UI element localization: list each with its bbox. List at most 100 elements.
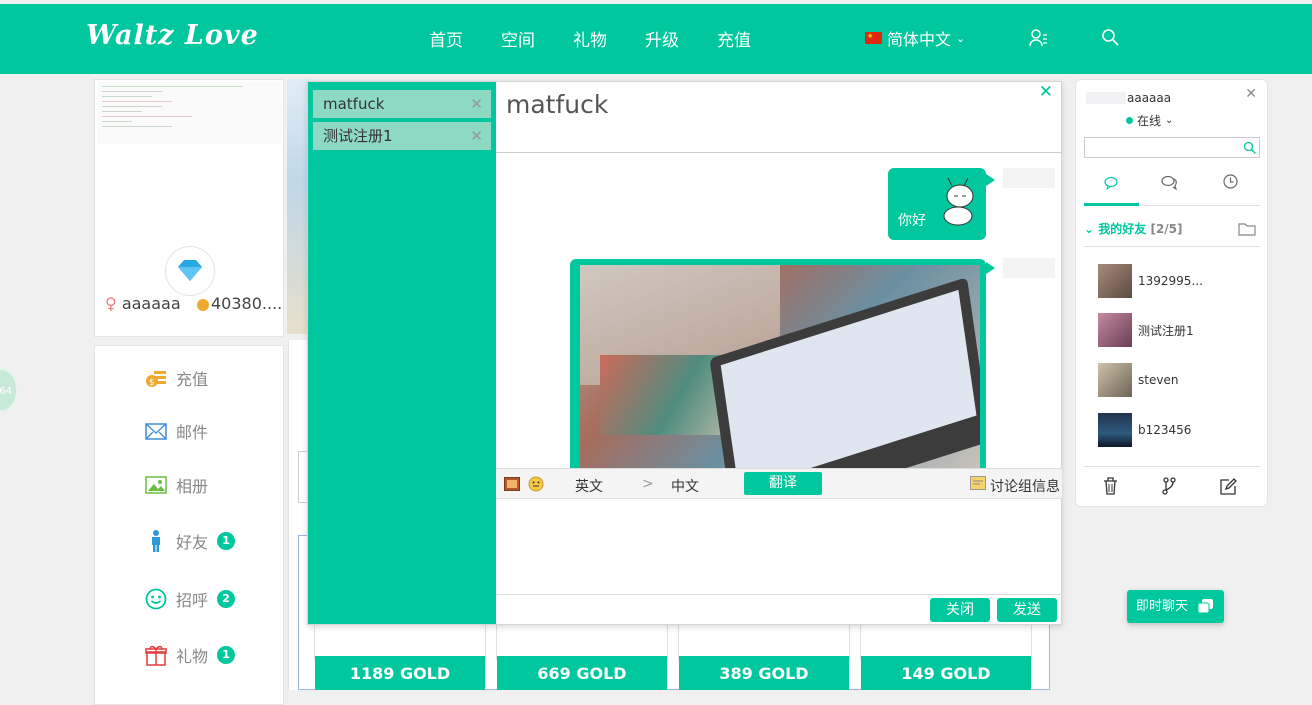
online-dot-icon: [1126, 117, 1133, 124]
search-icon: [1243, 141, 1256, 154]
divider: [1084, 466, 1260, 467]
user-list-icon[interactable]: [1029, 28, 1049, 48]
friend-search-input[interactable]: [1084, 137, 1260, 158]
close-button[interactable]: 关闭: [930, 598, 990, 622]
friend-item[interactable]: 1392995...: [1098, 264, 1203, 298]
site-logo[interactable]: Waltz Love: [86, 20, 259, 51]
profile-coins-row: 40380....: [197, 294, 282, 313]
menu-label: 好友: [176, 533, 209, 552]
friend-name: b123456: [1138, 423, 1192, 437]
bubble-tail: [986, 174, 995, 186]
photo-icon: [145, 476, 167, 494]
rabbit-sticker-icon: [943, 178, 974, 226]
location-pin-icon: ♀: [105, 294, 117, 313]
nav-recharge[interactable]: 充值: [717, 26, 751, 51]
translate-button[interactable]: 翻译: [744, 472, 822, 495]
gold-package-669[interactable]: 669 GOLD: [497, 656, 667, 690]
floating-side-button[interactable]: 64: [0, 368, 18, 412]
nav-space[interactable]: 空间: [501, 26, 535, 51]
side-menu: $ 充值 邮件 相册 好友 1 招呼 2 礼物 1: [94, 345, 284, 705]
sender-avatar: [1003, 168, 1055, 188]
divider: [496, 152, 1062, 153]
message-text: 你好: [898, 213, 926, 229]
avatar: [1098, 413, 1132, 447]
image-upload-icon[interactable]: [504, 477, 520, 491]
menu-mail[interactable]: 邮件: [145, 419, 208, 443]
avatar: [1098, 313, 1132, 347]
menu-label: 招呼: [176, 591, 209, 610]
active-tab-indicator: [1084, 203, 1139, 206]
gold-package-389[interactable]: 389 GOLD: [679, 656, 849, 690]
friend-item[interactable]: b123456: [1098, 413, 1191, 447]
chevron-down-icon: ⌄: [1084, 222, 1095, 236]
bubble-tail: [986, 262, 995, 274]
friends-panel: aaaaaa ✕ 在线 ⌄ ⌄ 我的好友 [2/5] 1392995... 测试…: [1075, 79, 1268, 507]
menu-album[interactable]: 相册: [145, 473, 208, 497]
chat-title: matfuck: [506, 90, 609, 119]
clock-icon[interactable]: [1223, 174, 1238, 189]
instant-chat-button[interactable]: 即时聊天: [1127, 590, 1224, 623]
gift-icon: [145, 645, 167, 666]
language-label: 简体中文: [887, 30, 952, 49]
gifts-badge: 1: [217, 646, 236, 664]
chat-toolbar: 英文 > 中文 翻译 讨论组信息: [496, 468, 1062, 499]
status-selector[interactable]: 在线 ⌄: [1126, 112, 1173, 129]
chat-tab-matfuck[interactable]: matfuck ✕: [313, 90, 491, 118]
coins-icon: $: [146, 371, 166, 388]
friend-name: 1392995...: [1138, 274, 1203, 288]
menu-gifts[interactable]: 礼物 1: [145, 643, 236, 667]
menu-greetings[interactable]: 招呼 2: [145, 587, 236, 611]
divider: [1084, 246, 1260, 247]
profile-card: ♀ aaaaaa 40380....: [94, 79, 284, 337]
nav-upgrade[interactable]: 升级: [645, 26, 679, 51]
person-icon: [152, 530, 160, 552]
language-selector[interactable]: 简体中文 ⌄: [865, 26, 965, 50]
sender-avatar: [1003, 258, 1055, 278]
send-button[interactable]: 发送: [997, 598, 1057, 622]
close-panel-icon[interactable]: ✕: [1245, 86, 1257, 102]
top-navbar: Waltz Love 首页 空间 礼物 升级 充值 简体中文 ⌄: [0, 4, 1312, 74]
translate-from-language[interactable]: 英文: [575, 476, 603, 496]
chat-tab-label: 测试注册1: [323, 127, 393, 145]
profile-name-row: ♀ aaaaaa: [105, 294, 181, 313]
branch-icon[interactable]: [1162, 477, 1176, 495]
friend-item[interactable]: steven: [1098, 363, 1178, 397]
nav-gifts[interactable]: 礼物: [573, 26, 607, 51]
translate-to-language[interactable]: 中文: [671, 476, 699, 496]
friend-group-header[interactable]: ⌄ 我的好友 [2/5]: [1084, 220, 1183, 237]
smile-icon: [145, 588, 167, 610]
group-chat-icon[interactable]: [1161, 175, 1179, 190]
group-info-icon[interactable]: [970, 476, 986, 492]
message-input[interactable]: [496, 500, 1062, 594]
menu-recharge[interactable]: $ 充值: [145, 366, 208, 390]
china-flag-icon: [865, 32, 882, 44]
group-info-link[interactable]: 讨论组信息: [990, 476, 1060, 496]
close-chat-icon[interactable]: ✕: [1039, 82, 1053, 102]
shared-photo[interactable]: [580, 265, 980, 469]
emoji-icon[interactable]: [528, 476, 544, 492]
menu-label: 礼物: [176, 647, 209, 666]
message-bubble-text: 你好: [888, 168, 986, 240]
gold-package-1189[interactable]: 1189 GOLD: [315, 656, 485, 690]
divider: [496, 594, 1062, 595]
gold-package-149[interactable]: 149 GOLD: [861, 656, 1031, 690]
search-icon[interactable]: [1101, 28, 1119, 46]
menu-label: 相册: [176, 477, 209, 496]
diamond-icon: [178, 260, 202, 281]
avatar: [1098, 363, 1132, 397]
chat-bubble-icon[interactable]: [1104, 176, 1118, 190]
chat-tab-test-user[interactable]: 测试注册1 ✕: [313, 122, 491, 150]
close-tab-icon[interactable]: ✕: [470, 122, 483, 150]
nav-home[interactable]: 首页: [429, 26, 463, 51]
vip-diamond-avatar[interactable]: [165, 246, 215, 296]
close-tab-icon[interactable]: ✕: [470, 90, 483, 118]
menu-friends[interactable]: 好友 1: [145, 529, 236, 553]
panel-username: aaaaaa: [1127, 91, 1172, 105]
trash-icon[interactable]: [1103, 477, 1118, 495]
friend-item[interactable]: 测试注册1: [1098, 313, 1194, 347]
profile-coins: 40380....: [211, 294, 283, 313]
chat-tab-label: matfuck: [323, 95, 385, 113]
instant-chat-label: 即时聊天: [1136, 599, 1189, 614]
folder-icon[interactable]: [1238, 222, 1256, 236]
edit-icon[interactable]: [1220, 478, 1237, 495]
